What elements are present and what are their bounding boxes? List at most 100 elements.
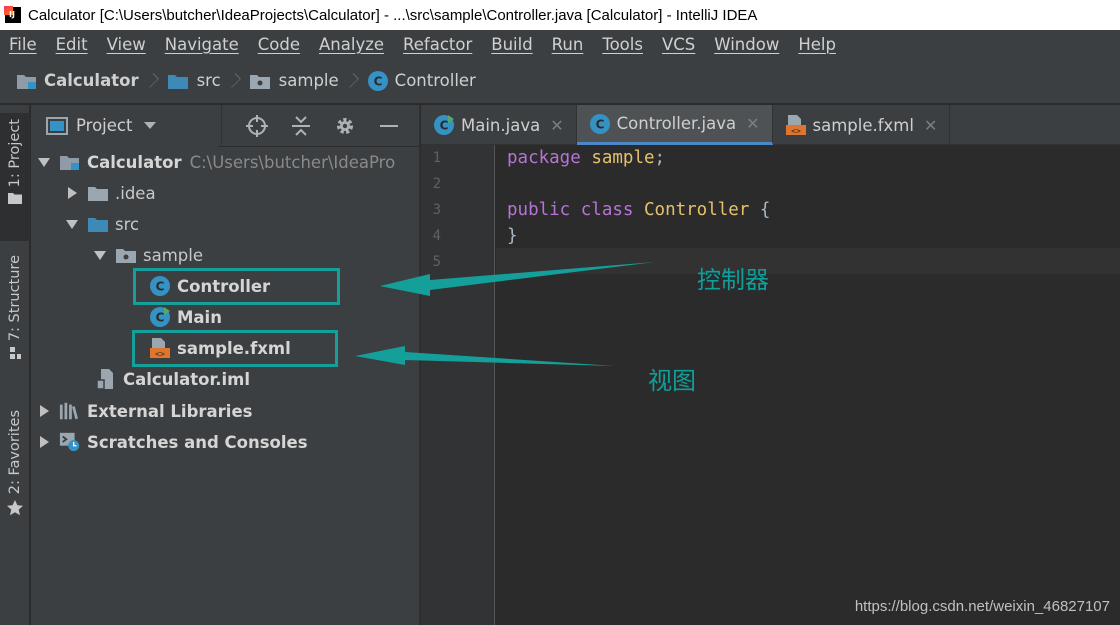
close-icon[interactable]: ✕ [746,114,759,133]
menu-build[interactable]: Build [491,35,532,54]
tree-item-label: Scratches and Consoles [87,432,308,452]
code-token-class-name: Controller [644,200,750,220]
tree-item-label: External Libraries [87,401,253,421]
project-view-icon [46,116,68,135]
menu-window[interactable]: Window [714,35,779,54]
tab-main-java[interactable]: C Main.java ✕ [421,105,577,145]
breadcrumb-item-src[interactable]: src [167,71,221,90]
structure-icon [10,347,21,360]
expand-arrow-icon[interactable] [35,405,53,417]
tree-item-sample[interactable]: sample [91,240,203,270]
tool-window-favorites-label: 2: Favorites [7,410,23,495]
controller-annotation-text: 控制器 [697,266,769,294]
expand-arrow-icon[interactable] [91,250,109,260]
code-token-brace: { [759,200,771,220]
project-view-selector[interactable]: Project [31,104,218,147]
tree-item-main[interactable]: C Main [149,302,222,332]
source-folder-icon [167,74,188,89]
close-icon[interactable]: ✕ [924,116,937,135]
code-token-keyword: package [507,148,581,168]
svg-text:C: C [440,119,449,133]
view-annotation-text: 视图 [648,367,696,395]
code-token-package: sample [591,148,655,168]
settings-button[interactable] [330,111,360,141]
line-number-gutter: 1 2 3 4 5 [421,145,495,625]
module-file-icon [95,369,117,390]
menu-navigate[interactable]: Navigate [165,35,239,54]
collapse-all-icon [292,116,310,136]
menu-file[interactable]: File [9,35,37,54]
expand-arrow-icon[interactable] [63,219,81,229]
line-number: 3 [432,202,441,218]
code-token-keyword: public [507,200,571,220]
code-token-semicolon: ; [654,148,666,168]
tree-item-scratches[interactable]: Scratches and Consoles [35,427,308,457]
menu-refactor[interactable]: Refactor [403,35,472,54]
breadcrumb-item-sample[interactable]: sample [249,71,339,90]
tool-window-project-tab[interactable]: 1: Project [0,113,30,241]
source-folder-icon [87,214,109,234]
collapse-all-button[interactable] [286,111,316,141]
menu-help[interactable]: Help [798,35,836,54]
menu-bar: File Edit View Navigate Code Analyze Ref… [0,30,1120,58]
expand-arrow-icon[interactable] [63,187,81,199]
tab-label: sample.fxml [812,115,914,135]
current-line-highlight [496,248,1120,274]
controller-highlight-box [133,268,340,305]
folder-icon [87,183,109,203]
tool-window-structure-tab[interactable]: 7: Structure [0,255,30,385]
svg-text:C: C [156,311,165,325]
menu-vcs[interactable]: VCS [662,35,695,54]
breadcrumb-separator [347,71,357,91]
code-token-brace: } [507,226,518,246]
left-tool-strip: 1: Project 7: Structure 2: Favorites [0,105,30,625]
project-panel-header: Project [31,104,419,147]
project-folder-icon [17,74,36,89]
breadcrumb-separator [229,71,239,91]
menu-run[interactable]: Run [552,35,584,54]
scratches-icon [59,432,81,452]
tree-item-path: C:\Users\butcher\IdeaPro [189,152,396,172]
breadcrumb-label: Controller [394,71,476,90]
libraries-icon [59,401,81,421]
editor-area: C Main.java ✕ C Controller.java ✕ <> sam… [421,105,1120,625]
breadcrumb-item-controller[interactable]: C Controller [367,70,476,92]
tree-item-external-libraries[interactable]: External Libraries [35,396,252,426]
close-icon[interactable]: ✕ [550,116,563,135]
expand-arrow-icon[interactable] [35,436,53,448]
tab-controller-java[interactable]: C Controller.java ✕ [576,105,773,145]
breadcrumb-item-project[interactable]: Calculator [16,71,139,90]
tool-window-favorites-tab[interactable]: 2: Favorites [0,410,30,535]
menu-edit[interactable]: Edit [56,35,88,54]
line-number: 2 [432,176,441,192]
code-line-4: } [507,223,518,249]
tree-item-label: src [115,214,140,234]
breadcrumb-separator [147,71,157,91]
line-number: 4 [432,228,441,244]
menu-view[interactable]: View [107,35,146,54]
menu-tools[interactable]: Tools [602,35,643,54]
tree-item-label: Calculator.iml [123,369,250,389]
java-class-icon: C [589,113,610,134]
expand-arrow-icon[interactable] [35,157,53,167]
tree-item-idea[interactable]: .idea [63,178,156,208]
chevron-down-icon [144,122,157,129]
tree-item-label: .idea [115,183,156,203]
java-class-icon: C [367,70,388,91]
breadcrumb: Calculator src sample C Controller [0,58,1120,104]
project-folder-icon [59,152,81,172]
menu-analyze[interactable]: Analyze [319,35,384,54]
java-runnable-class-icon: C [149,307,171,327]
tool-window-structure-label: 7: Structure [7,255,23,342]
tree-item-calculator-iml[interactable]: Calculator.iml [95,364,250,394]
window-title-bar: Calculator [C:\Users\butcher\IdeaProject… [0,0,1120,30]
locate-file-button[interactable] [242,111,272,141]
minimize-icon [380,125,398,127]
watermark-text: https://blog.csdn.net/weixin_46827107 [854,598,1110,615]
package-folder-icon [249,74,270,89]
menu-code[interactable]: Code [258,35,300,54]
tab-sample-fxml[interactable]: <> sample.fxml ✕ [773,105,951,145]
tree-item-src[interactable]: src [63,209,139,239]
hide-panel-button[interactable] [374,111,404,141]
tree-item-calculator[interactable]: Calculator C:\Users\butcher\IdeaPro [35,147,395,177]
